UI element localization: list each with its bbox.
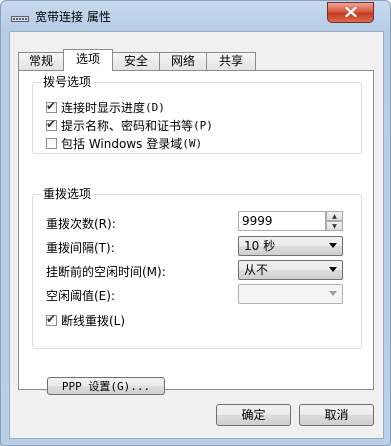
checkbox[interactable]: ✔ (46, 99, 57, 113)
idle-threshold-label: 空闲阈值(E): (46, 289, 115, 303)
close-button[interactable] (327, 2, 374, 23)
checkbox-label: 包括 Windows 登录域 (61, 137, 183, 151)
tab-label: 安全 (123, 54, 148, 68)
checkbox[interactable]: ✔ (46, 117, 57, 131)
checkbox-label: 连接时显示进度 (61, 101, 146, 115)
checkbox-label: 断线重拨(L) (61, 314, 126, 328)
include-windows-domain-checkbox[interactable]: 包括 Windows 登录域 (W) (46, 135, 202, 152)
shortcut-label: (D) (145, 101, 165, 114)
checkbox[interactable] (46, 138, 57, 149)
ppp-settings-button[interactable]: PPP 设置(G)... (47, 377, 165, 395)
redial-attempts-input[interactable]: 9999 (238, 211, 326, 231)
shortcut-label: (W) (182, 137, 203, 150)
chevron-down-icon (329, 291, 337, 296)
redial-attempts-label: 重拨次数(R): (46, 217, 116, 231)
title-bar[interactable]: 宽带连接 属性 (1, 1, 390, 31)
tab-options[interactable]: 选项 (63, 49, 113, 71)
network-connection-icon (11, 13, 29, 23)
idle-threshold-select[interactable] (238, 284, 343, 304)
idle-hangup-label: 挂断前的空闲时间(M): (46, 265, 166, 279)
triangle-down-icon: ▼ (332, 222, 337, 230)
spin-down-button[interactable]: ▼ (326, 221, 343, 231)
ok-button[interactable]: 确定 (216, 404, 291, 426)
show-progress-checkbox[interactable]: ✔ 连接时显示进度 (D) (46, 99, 165, 116)
tab-general[interactable]: 常规 (18, 52, 64, 70)
redial-if-dropped-checkbox[interactable]: ✔ 断线重拨(L) (46, 312, 125, 329)
idle-hangup-select[interactable]: 从不 (238, 260, 343, 280)
select-value: 从不 (244, 263, 269, 277)
checkbox[interactable]: ✔ (46, 312, 57, 326)
tab-label: 常规 (28, 54, 53, 68)
tab-label: 共享 (218, 54, 243, 68)
spin-up-button[interactable]: ▲ (326, 211, 343, 221)
close-icon (344, 6, 357, 20)
tab-security[interactable]: 安全 (112, 52, 160, 70)
button-label: PPP 设置(G)... (61, 380, 151, 393)
group-label: 重拨选项 (41, 187, 94, 201)
properties-dialog: 宽带连接 属性 常规 选项 安全 网络 共享 拨号选项 ✔ 连接时显示进度 (D… (0, 0, 391, 446)
tab-panel-options: 拨号选项 ✔ 连接时显示进度 (D) ✔ 提示名称、密码和证书等 (P) 包括 Wi… (18, 70, 374, 395)
dialog-client-area: 常规 选项 安全 网络 共享 拨号选项 ✔ 连接时显示进度 (D) ✔ 提示名称、… (9, 31, 384, 439)
tab-label: 选项 (75, 52, 100, 66)
button-label: 取消 (324, 408, 349, 422)
select-value: 10 秒 (244, 239, 276, 253)
redial-attempts-spinner[interactable]: 9999 ▲ ▼ (238, 211, 344, 231)
checkbox-label: 提示名称、密码和证书等 (61, 119, 194, 133)
window-title: 宽带连接 属性 (35, 10, 111, 24)
chevron-down-icon (329, 243, 337, 248)
tab-networking[interactable]: 网络 (159, 52, 207, 70)
prompt-credentials-checkbox[interactable]: ✔ 提示名称、密码和证书等 (P) (46, 117, 213, 134)
tab-sharing[interactable]: 共享 (206, 52, 256, 70)
redial-interval-select[interactable]: 10 秒 (238, 236, 343, 256)
cancel-button[interactable]: 取消 (299, 404, 374, 426)
button-label: 确定 (241, 408, 266, 422)
spinner-buttons: ▲ ▼ (326, 211, 343, 231)
triangle-up-icon: ▲ (332, 212, 337, 220)
chevron-down-icon (329, 267, 337, 272)
tab-label: 网络 (170, 54, 195, 68)
group-label: 拨号选项 (41, 75, 94, 89)
redial-interval-label: 重拨间隔(T): (46, 241, 115, 255)
shortcut-label: (P) (193, 119, 213, 132)
